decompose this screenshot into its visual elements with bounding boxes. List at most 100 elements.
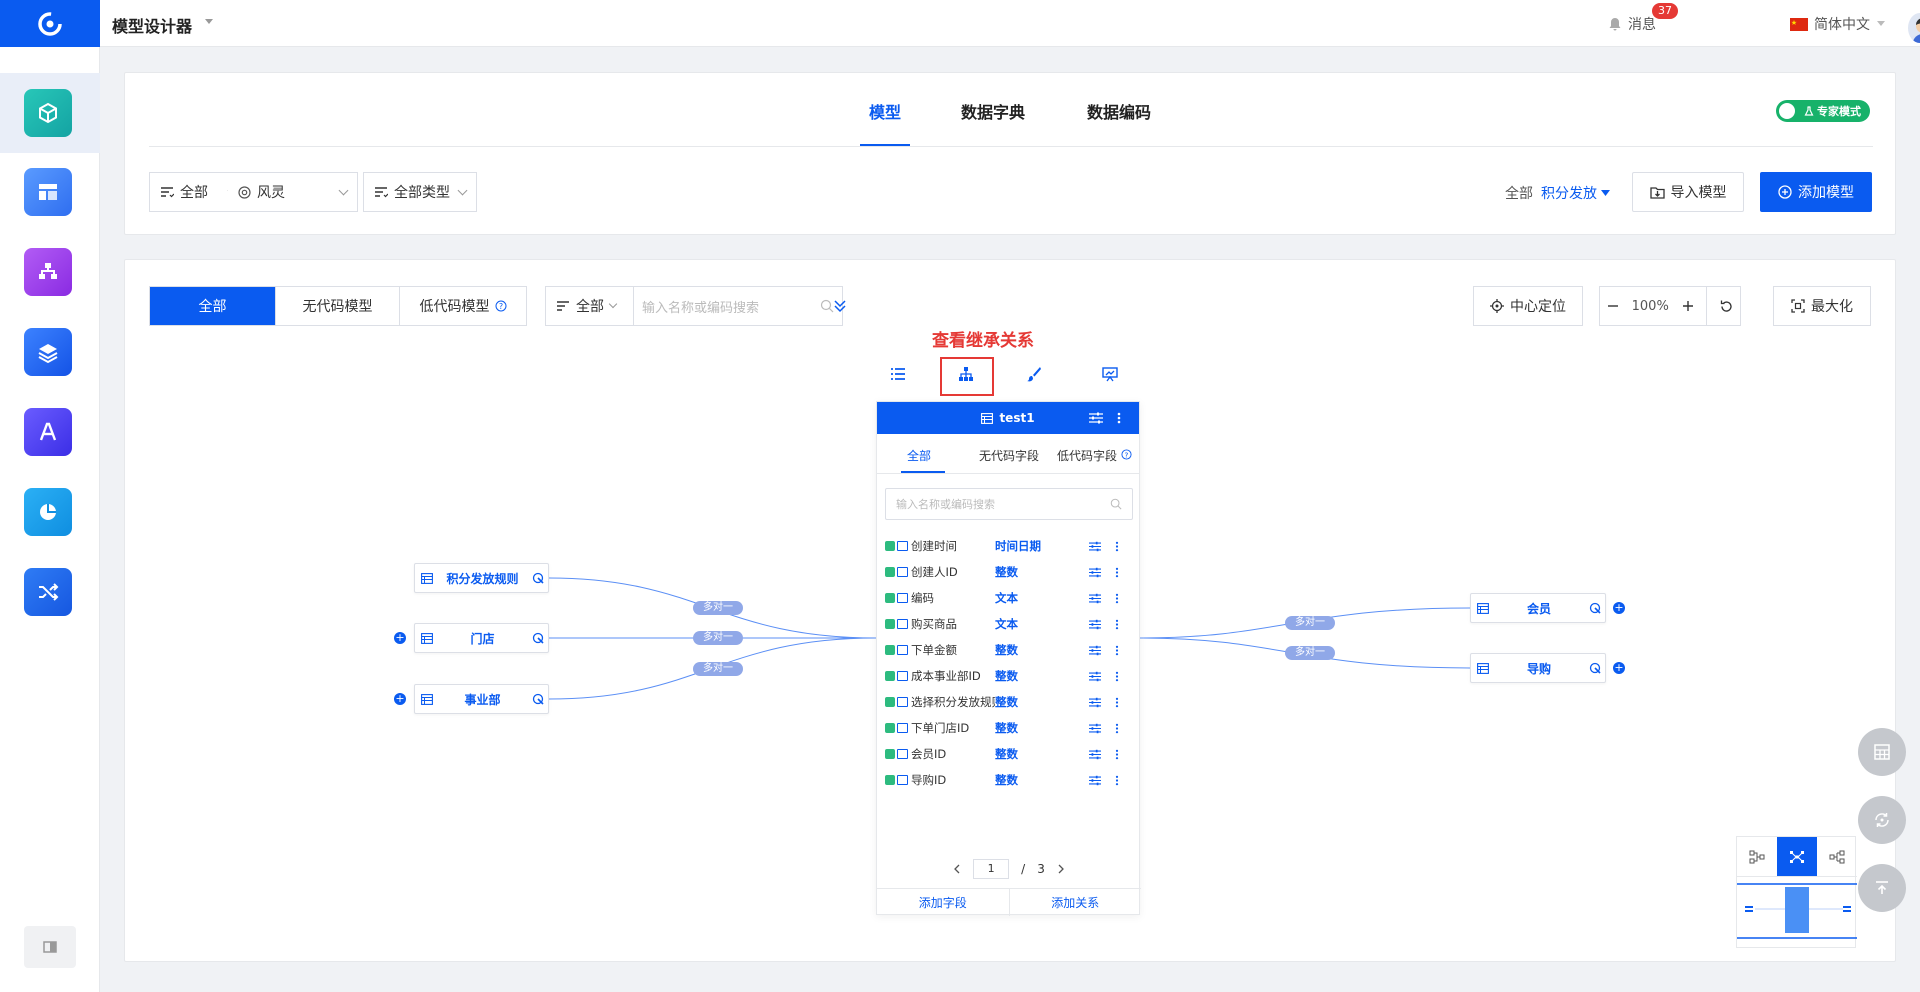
refresh-float-button[interactable]: [1858, 796, 1906, 844]
relation-badge[interactable]: 多对一: [1285, 646, 1335, 660]
more-vertical-icon[interactable]: [1115, 593, 1119, 604]
settings-sliders-icon[interactable]: [1089, 723, 1101, 734]
more-vertical-icon[interactable]: [1115, 541, 1119, 552]
layout-graph-button[interactable]: [1777, 837, 1817, 876]
more-vertical-icon[interactable]: [1115, 775, 1119, 786]
help-icon[interactable]: ?: [495, 300, 507, 312]
more-vertical-icon[interactable]: [1115, 749, 1119, 760]
model-search-input[interactable]: 输入名称或编码搜索: [634, 297, 820, 316]
more-vertical-icon[interactable]: [1115, 697, 1119, 708]
rail-layers-button[interactable]: [24, 328, 72, 376]
field-row[interactable]: 创建人ID 整数: [885, 562, 1133, 582]
app-logo[interactable]: [0, 0, 100, 47]
expand-node-icon[interactable]: +: [394, 693, 406, 705]
add-relation-button[interactable]: 添加关系: [1010, 889, 1142, 916]
maximize-button[interactable]: 最大化: [1773, 286, 1871, 326]
search-icon[interactable]: [820, 299, 834, 313]
inheritance-tree-icon[interactable]: [958, 366, 974, 382]
related-model-node[interactable]: 门店: [414, 623, 549, 653]
presentation-icon[interactable]: [1102, 366, 1118, 382]
center-locate-button[interactable]: 中心定位: [1473, 286, 1583, 326]
settings-sliders-icon[interactable]: [1089, 775, 1101, 786]
tab-lowcode-fields[interactable]: 低代码字段: [1057, 447, 1117, 464]
double-chevron-down-icon[interactable]: [833, 298, 847, 314]
settings-sliders-icon[interactable]: [1089, 567, 1101, 578]
chevron-left-icon[interactable]: [953, 864, 961, 874]
settings-sliders-icon[interactable]: [1089, 671, 1101, 682]
rail-page-button[interactable]: [24, 168, 72, 216]
add-field-button[interactable]: 添加字段: [877, 889, 1010, 916]
segment-nocode-model[interactable]: 无代码模型: [276, 287, 400, 325]
add-model-button[interactable]: 添加模型: [1760, 172, 1872, 212]
tab-all-fields[interactable]: 全部: [907, 447, 931, 464]
user-menu[interactable]: 风灵: [1908, 8, 1920, 48]
related-model-node[interactable]: 事业部: [414, 684, 549, 714]
related-model-node[interactable]: 导购: [1470, 653, 1606, 683]
field-row[interactable]: 创建时间 时间日期: [885, 536, 1133, 556]
settings-sliders-icon[interactable]: [1089, 645, 1101, 656]
brush-icon[interactable]: [1026, 366, 1042, 382]
field-row[interactable]: 下单门店ID 整数: [885, 718, 1133, 738]
field-row[interactable]: 成本事业部ID 整数: [885, 666, 1133, 686]
chevron-down-icon[interactable]: [204, 18, 214, 26]
chevron-right-icon[interactable]: [1057, 864, 1065, 874]
rail-model-button[interactable]: [24, 89, 72, 137]
import-model-button[interactable]: 导入模型: [1632, 172, 1744, 212]
field-row[interactable]: 会员ID 整数: [885, 744, 1133, 764]
collapse-sidebar-button[interactable]: [24, 926, 76, 968]
relation-badge[interactable]: 多对一: [693, 631, 743, 645]
type-filter-select[interactable]: 全部类型: [363, 172, 477, 212]
locate-node-icon[interactable]: [1589, 662, 1601, 674]
model-card-header[interactable]: test1: [877, 402, 1139, 434]
segment-all[interactable]: 全部: [150, 287, 276, 325]
settings-sliders-icon[interactable]: [1089, 541, 1101, 552]
locate-node-icon[interactable]: [532, 693, 544, 705]
reset-icon[interactable]: [1719, 299, 1734, 314]
settings-sliders-icon[interactable]: [1089, 593, 1101, 604]
search-filter-select[interactable]: 全部: [546, 287, 634, 325]
back-to-top-button[interactable]: [1858, 864, 1906, 912]
page-input[interactable]: 1: [973, 859, 1010, 879]
field-row[interactable]: 导购ID 整数: [885, 770, 1133, 790]
settings-sliders-icon[interactable]: [1089, 749, 1101, 760]
zoom-in-icon[interactable]: [1681, 299, 1695, 313]
segment-lowcode-model[interactable]: 低代码模型 ?: [400, 287, 526, 325]
expert-mode-toggle[interactable]: 专家模式: [1776, 100, 1870, 122]
tab-data-encoding[interactable]: 数据编码: [1087, 99, 1151, 123]
more-vertical-icon[interactable]: [1115, 671, 1119, 682]
expand-node-icon[interactable]: +: [394, 632, 406, 644]
rail-flow-button[interactable]: [24, 248, 72, 296]
locate-node-icon[interactable]: [532, 572, 544, 584]
settings-sliders-icon[interactable]: [1089, 619, 1101, 630]
rail-integration-button[interactable]: [24, 568, 72, 616]
field-list-icon[interactable]: [890, 366, 906, 382]
relation-badge[interactable]: 多对一: [693, 601, 743, 615]
expand-node-icon[interactable]: +: [1613, 602, 1625, 614]
owner-filter-select[interactable]: 风灵: [228, 172, 358, 212]
rail-ai-button[interactable]: [24, 408, 72, 456]
locate-node-icon[interactable]: [532, 632, 544, 644]
locate-node-icon[interactable]: [1589, 602, 1601, 614]
more-vertical-icon[interactable]: [1115, 723, 1119, 734]
help-icon[interactable]: ?: [1121, 449, 1132, 460]
zoom-out-icon[interactable]: [1606, 299, 1620, 313]
more-vertical-icon[interactable]: [1115, 619, 1119, 630]
layout-tree-button[interactable]: [1737, 837, 1777, 876]
language-selector[interactable]: 简体中文: [1790, 14, 1886, 34]
scope-app-select[interactable]: 积分发放: [1541, 183, 1610, 203]
more-vertical-icon[interactable]: [1115, 645, 1119, 656]
more-vertical-icon[interactable]: [1115, 567, 1119, 578]
messages-button[interactable]: 消息: [1608, 14, 1656, 34]
relation-badge[interactable]: 多对一: [693, 662, 743, 676]
field-search-input[interactable]: 输入名称或编码搜索: [885, 488, 1133, 520]
field-row[interactable]: 下单金额 整数: [885, 640, 1133, 660]
settings-sliders-icon[interactable]: [1089, 697, 1101, 708]
field-row[interactable]: 购买商品 文本: [885, 614, 1133, 634]
field-row[interactable]: 编码 文本: [885, 588, 1133, 608]
rail-report-button[interactable]: [24, 488, 72, 536]
tab-data-dictionary[interactable]: 数据字典: [961, 99, 1025, 123]
settings-sliders-icon[interactable]: [1089, 412, 1103, 424]
more-vertical-icon[interactable]: [1117, 412, 1121, 424]
related-model-node[interactable]: 会员: [1470, 593, 1606, 623]
tab-nocode-fields[interactable]: 无代码字段: [979, 447, 1039, 464]
